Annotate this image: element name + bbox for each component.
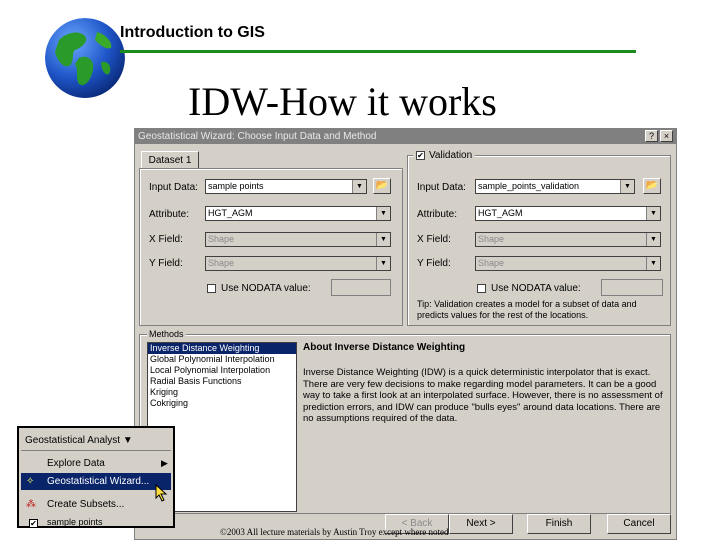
cancel-button[interactable]: Cancel xyxy=(607,514,671,534)
input-data-value: sample points xyxy=(208,181,264,191)
validation-attribute-value: HGT_AGM xyxy=(478,208,523,218)
mouse-cursor-icon xyxy=(155,483,169,507)
validation-attribute-label: Attribute: xyxy=(417,209,458,220)
finish-button[interactable]: Finish xyxy=(527,514,591,534)
subset-icon: ⁂ xyxy=(26,499,36,510)
methods-label: Methods xyxy=(147,329,186,339)
x-field-select[interactable]: Shape ▼ xyxy=(205,232,391,247)
validation-label: Validation xyxy=(429,150,473,161)
dialog-title: Geostatistical Wizard: Choose Input Data… xyxy=(138,131,377,142)
validation-nodata-label: Use NODATA value: xyxy=(491,283,581,294)
method-item-radial-basis[interactable]: Radial Basis Functions xyxy=(148,376,296,387)
chevron-down-icon: ▼ xyxy=(646,257,660,270)
validation-x-field-label: X Field: xyxy=(417,234,451,245)
validation-x-field-value: Shape xyxy=(478,234,505,244)
validation-nodata-checkbox[interactable] xyxy=(477,284,486,293)
validation-nodata-value-field[interactable] xyxy=(601,279,663,296)
chevron-down-icon: ▼ xyxy=(376,257,390,270)
open-folder-icon[interactable]: 📂 xyxy=(643,178,661,194)
attribute-label: Attribute: xyxy=(149,209,190,220)
validation-x-field-select[interactable]: Shape ▼ xyxy=(475,232,661,247)
globe-logo-icon xyxy=(45,18,125,98)
open-folder-icon[interactable]: 📂 xyxy=(373,178,391,194)
tab-dataset-1[interactable]: Dataset 1 xyxy=(141,151,199,169)
submenu-arrow-icon: ▶ xyxy=(161,458,168,468)
menu-divider xyxy=(21,450,171,451)
geostatistical-analyst-menu: Geostatistical Analyst ▼ Explore Data ▶ … xyxy=(17,426,175,528)
input-data-select[interactable]: sample points ▼ xyxy=(205,179,367,194)
method-item-idw[interactable]: Inverse Distance Weighting xyxy=(148,343,296,354)
y-field-label: Y Field: xyxy=(149,258,183,269)
about-title: About Inverse Distance Weighting xyxy=(303,342,466,353)
wizard-icon: ✧ xyxy=(26,476,35,487)
menu-item-explore-data[interactable]: Explore Data xyxy=(47,458,105,469)
next-button[interactable]: Next > xyxy=(449,514,513,534)
method-item-kriging[interactable]: Kriging xyxy=(148,387,296,398)
layer-checkbox[interactable]: ✔ xyxy=(29,519,38,528)
help-button[interactable]: ? xyxy=(645,130,658,142)
slide-header: Introduction to GIS xyxy=(120,24,265,41)
validation-y-field-select[interactable]: Shape ▼ xyxy=(475,256,661,271)
menu-item-create-subsets[interactable]: Create Subsets... xyxy=(47,499,124,510)
nodata-value-field[interactable] xyxy=(331,279,391,296)
method-item-local-polynomial[interactable]: Local Polynomial Interpolation xyxy=(148,365,296,376)
validation-attribute-select[interactable]: HGT_AGM ▼ xyxy=(475,206,661,221)
slide-title: IDW-How it works xyxy=(188,79,497,124)
validation-header: ✔ Validation xyxy=(413,150,476,161)
attribute-select[interactable]: HGT_AGM ▼ xyxy=(205,206,391,221)
validation-checkbox[interactable]: ✔ xyxy=(416,151,425,160)
header-divider xyxy=(120,50,636,53)
nodata-checkbox[interactable] xyxy=(207,284,216,293)
validation-input-label: Input Data: xyxy=(417,182,466,193)
chevron-down-icon: ▼ xyxy=(376,207,390,220)
menu-item-geostatistical-wizard[interactable]: Geostatistical Wizard... xyxy=(47,476,149,487)
y-field-select[interactable]: Shape ▼ xyxy=(205,256,391,271)
nodata-label: Use NODATA value: xyxy=(221,283,311,294)
menu-title[interactable]: Geostatistical Analyst ▼ xyxy=(25,435,133,446)
method-item-cokriging[interactable]: Cokriging xyxy=(148,398,296,409)
copyright-footer: ©2003 All lecture materials by Austin Tr… xyxy=(220,527,449,537)
x-field-value: Shape xyxy=(208,234,235,244)
chevron-down-icon: ▼ xyxy=(352,180,366,193)
chevron-down-icon: ▼ xyxy=(646,233,660,246)
validation-input-value: sample_points_validation xyxy=(478,181,580,191)
input-data-label: Input Data: xyxy=(149,182,198,193)
validation-input-select[interactable]: sample_points_validation ▼ xyxy=(475,179,635,194)
validation-y-field-value: Shape xyxy=(478,258,505,268)
chevron-down-icon: ▼ xyxy=(646,207,660,220)
x-field-label: X Field: xyxy=(149,234,183,245)
y-field-value: Shape xyxy=(208,258,235,268)
validation-y-field-label: Y Field: xyxy=(417,258,451,269)
layer-item-sample-points: sample points xyxy=(47,517,103,527)
attribute-value: HGT_AGM xyxy=(208,208,253,218)
geostatistical-wizard-dialog: Geostatistical Wizard: Choose Input Data… xyxy=(134,128,677,540)
method-item-global-polynomial[interactable]: Global Polynomial Interpolation xyxy=(148,354,296,365)
about-text: Inverse Distance Weighting (IDW) is a qu… xyxy=(303,367,663,424)
chevron-down-icon: ▼ xyxy=(620,180,634,193)
validation-tip: Tip: Validation creates a model for a su… xyxy=(417,299,637,320)
close-button[interactable]: × xyxy=(660,130,673,142)
dialog-titlebar: Geostatistical Wizard: Choose Input Data… xyxy=(135,129,676,144)
chevron-down-icon: ▼ xyxy=(376,233,390,246)
